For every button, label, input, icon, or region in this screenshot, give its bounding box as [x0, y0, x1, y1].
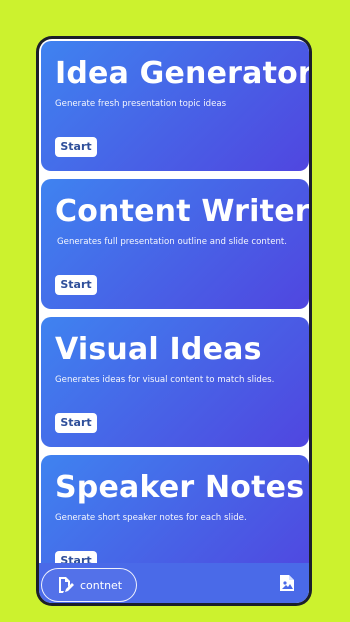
- nav-item-content[interactable]: contnet: [41, 568, 137, 602]
- card-title: Speaker Notes: [55, 470, 305, 505]
- card-title: Content Writer: [55, 194, 309, 229]
- tool-card-list[interactable]: Idea Generator Generate fresh presentati…: [39, 39, 309, 603]
- card-description: Generates ideas for visual content to ma…: [55, 375, 275, 385]
- card-title: Visual Ideas: [55, 332, 262, 367]
- card-visual-ideas: Visual Ideas Generates ideas for visual …: [41, 317, 309, 447]
- card-content-writer: Content Writer Generates full presentati…: [41, 179, 309, 309]
- card-title: Idea Generator: [55, 56, 309, 91]
- card-description: Generate short speaker notes for each sl…: [55, 513, 247, 523]
- image-document-icon[interactable]: [279, 574, 295, 592]
- phone-frame: Idea Generator Generate fresh presentati…: [36, 36, 312, 606]
- start-content-writer-button[interactable]: Start: [55, 275, 97, 295]
- edit-document-icon: [56, 576, 74, 594]
- card-idea-generator: Idea Generator Generate fresh presentati…: [41, 41, 309, 171]
- start-visual-ideas-button[interactable]: Start: [55, 413, 97, 433]
- start-idea-generator-button[interactable]: Start: [55, 137, 97, 157]
- card-description: Generates full presentation outline and …: [57, 237, 288, 247]
- bottom-navigation-bar: contnet: [39, 563, 309, 603]
- card-description: Generate fresh presentation topic ideas: [55, 99, 227, 109]
- nav-item-label: contnet: [80, 578, 123, 592]
- app-screen: Idea Generator Generate fresh presentati…: [39, 39, 309, 603]
